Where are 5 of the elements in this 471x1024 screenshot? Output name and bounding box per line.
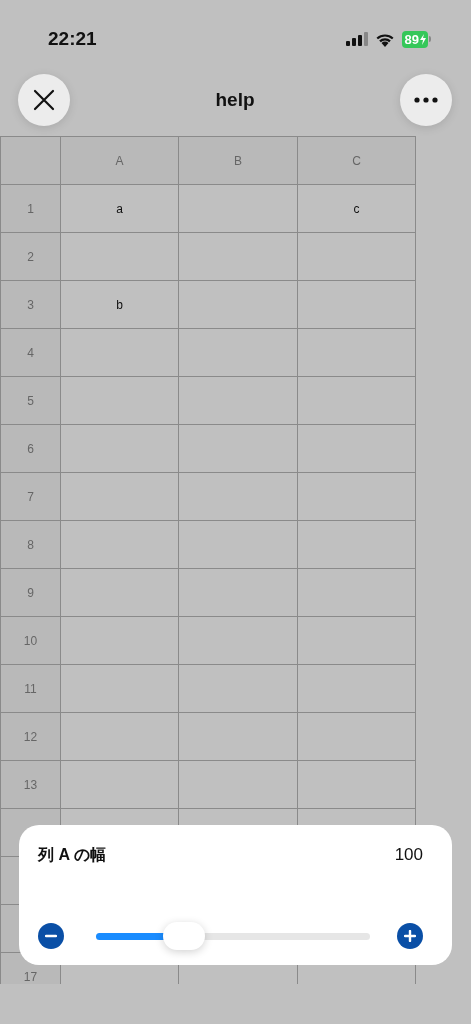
status-time: 22:21 [48, 28, 97, 50]
page-title: help [215, 89, 255, 111]
panel-title: 列 A の幅 [38, 844, 106, 865]
width-value: 100 [394, 845, 423, 865]
battery-icon: 89 [401, 30, 431, 48]
